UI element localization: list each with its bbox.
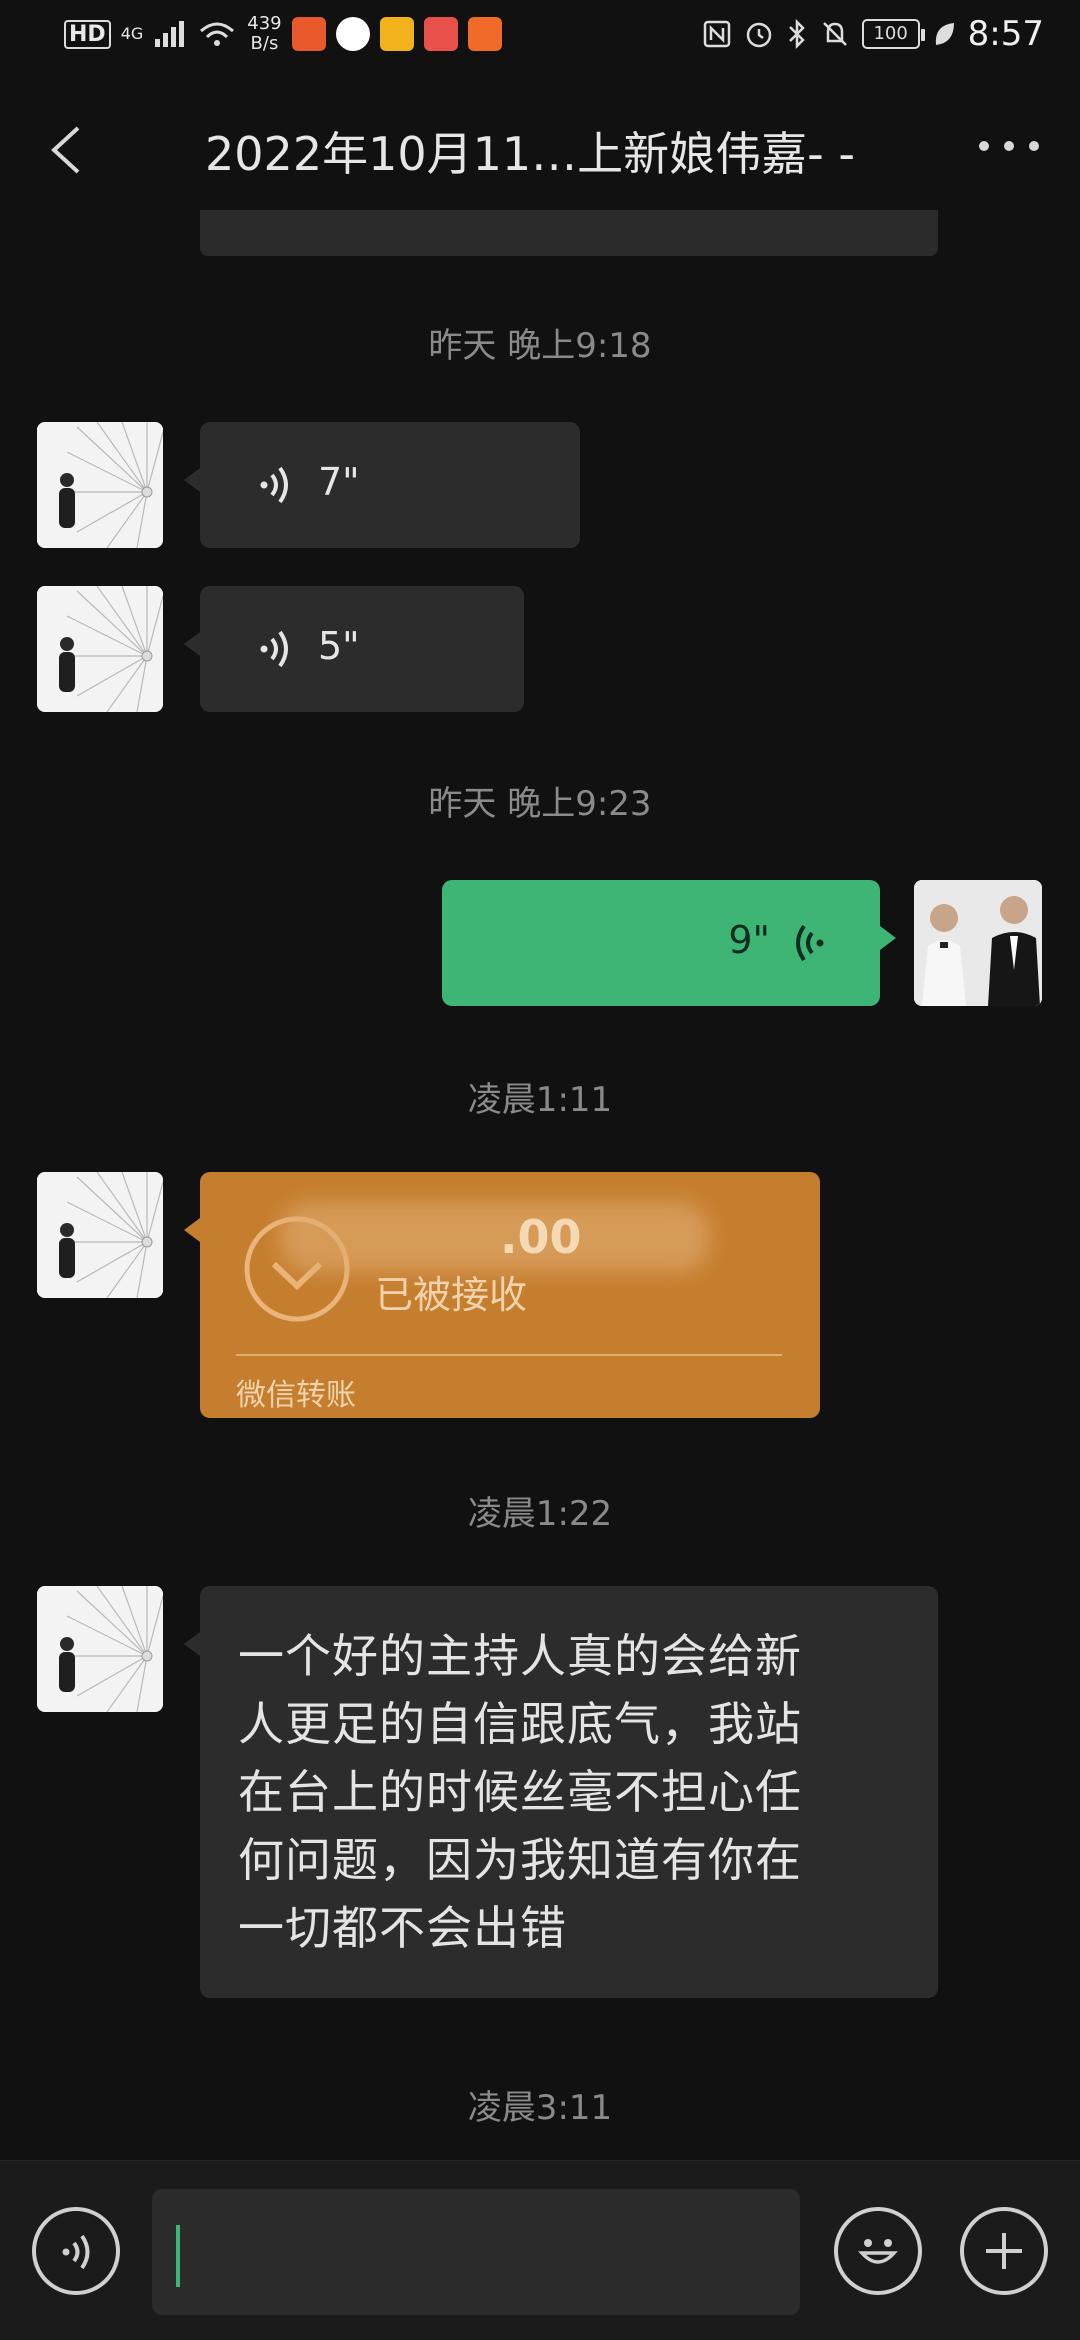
book-icon [423,17,458,51]
app-notification-icon [291,17,326,51]
voice-message-bubble[interactable]: 7" [184,422,580,548]
transfer-status: 已被接收 [375,1273,528,1317]
leaf-icon [935,23,954,45]
nfc-icon [703,20,730,48]
voice-message-bubble-sent[interactable]: 9" [442,880,896,1006]
avatar-image [37,1172,163,1298]
avatar-contact[interactable] [37,1586,163,1712]
previous-message-bubble[interactable] [200,210,938,256]
emoji-button[interactable] [834,2207,922,2295]
back-arrow-icon[interactable] [40,120,100,180]
transfer-card[interactable]: .00 已被接收 微信转账 [184,1172,820,1418]
mute-icon [822,22,847,46]
message-list[interactable]: 昨天 晚上9:18 7" 5" 昨天 晚上9:23 9" 凌晨1:11 .00 … [0,210,1080,2160]
message-line: 一切都不会出错 [238,1901,567,1955]
voice-input-button[interactable] [32,2207,120,2295]
transfer-amount: .00 [500,1210,582,1264]
message-line: 人更足的自信跟底气，我站 [238,1697,802,1751]
message-line: 何问题，因为我知道有你在 [238,1833,802,1887]
chat-header: 2022年10月11…上新娘伟嘉- - [0,90,1080,210]
chat-title: 2022年10月11…上新娘伟嘉- - [205,127,855,181]
avatar-image [914,880,1042,1006]
input-bar [0,2160,1080,2340]
clock: 8:57 [967,14,1044,54]
transfer-label: 微信转账 [236,1378,356,1413]
hd-indicator: HD [64,19,111,49]
avatar-contact[interactable] [37,586,163,712]
more-options-icon[interactable] [974,126,1044,166]
avatar-image [37,1586,163,1712]
avatar-image [37,586,163,712]
divider [236,1354,782,1356]
voice-wave-icon [260,466,288,504]
voice-duration: 5" [318,624,360,668]
text-cursor [176,2225,180,2287]
app-notification-icon [335,17,370,51]
timestamp: 凌晨3:11 [467,2088,613,2128]
timestamp: 凌晨1:11 [467,1080,613,1120]
alarm-icon [746,22,771,48]
signal-icon [155,21,185,47]
timestamp: 昨天 晚上9:18 [428,326,652,366]
network-type: 4G [120,24,144,43]
bluetooth-icon [788,19,805,49]
avatar-contact[interactable] [37,1172,163,1298]
voice-duration: 7" [318,460,360,504]
battery-level: 100 [873,23,908,44]
app-notification-icon [467,17,502,51]
message-input[interactable] [152,2189,800,2315]
redacted-blur [280,1202,710,1272]
mail-icon [379,17,414,51]
more-functions-button[interactable] [960,2207,1048,2295]
status-bar: HD 4G 439 B/s 100 8:57 [0,0,1080,72]
battery-icon: 100 [861,19,925,49]
emoji-icon [858,2239,898,2264]
avatar-self[interactable] [914,880,1042,1006]
voice-message-bubble[interactable]: 5" [184,586,524,712]
voice-duration: 9" [728,918,770,962]
network-speed-unit: B/s [250,33,279,54]
voice-wave-icon [260,630,288,668]
text-message-bubble[interactable]: 一个好的主持人真的会给新 人更足的自信跟底气，我站 在台上的时候丝毫不担心任 何… [184,1586,938,1998]
avatar-contact[interactable] [37,422,163,548]
timestamp: 昨天 晚上9:23 [428,784,652,824]
timestamp: 凌晨1:22 [467,1494,613,1534]
message-line: 一个好的主持人真的会给新 [238,1629,802,1683]
avatar-image [37,422,163,548]
network-speed-value: 439 [247,13,282,34]
message-line: 在台上的时候丝毫不担心任 [238,1765,802,1819]
voice-wave-icon [796,924,824,962]
wifi-icon [200,22,235,46]
plus-icon [986,2233,1022,2269]
voice-icon [62,2234,90,2270]
